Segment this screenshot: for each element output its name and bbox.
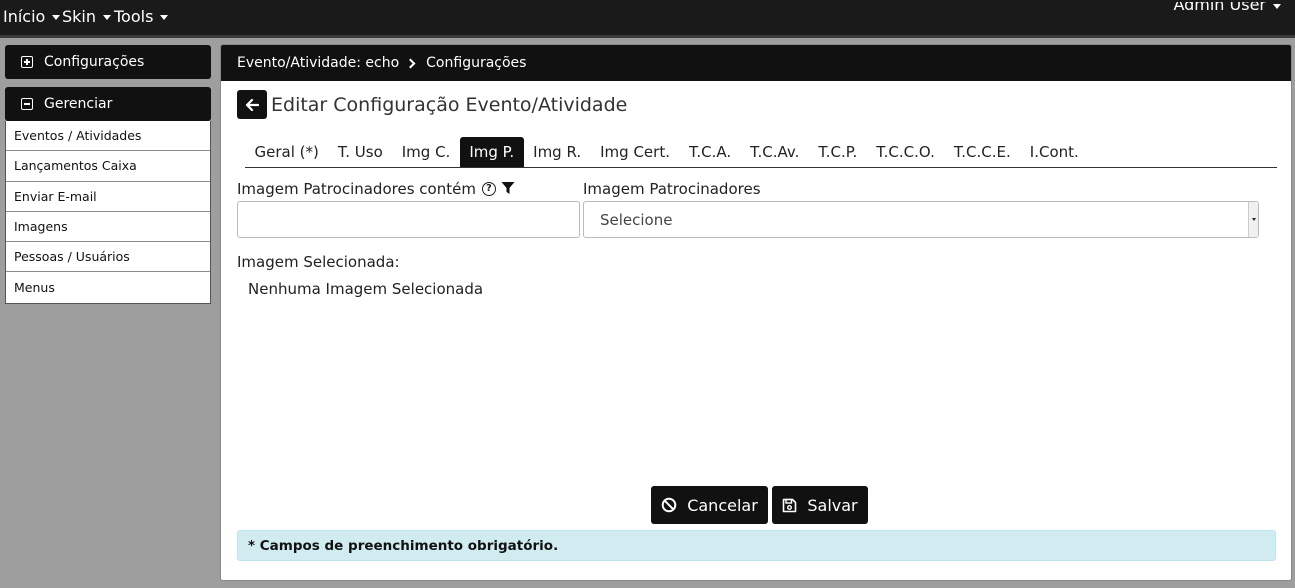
help-icon[interactable]: ? xyxy=(481,181,496,196)
tab-img-c[interactable]: Img C. xyxy=(392,137,460,167)
chevron-right-icon xyxy=(405,58,416,68)
tab-tcav[interactable]: T.C.Av. xyxy=(741,137,809,167)
breadcrumb-item-configuracoes: Configurações xyxy=(426,55,527,71)
sidebar-item-eventos[interactable]: Eventos / Atividades xyxy=(6,121,210,152)
sidebar-item-label: Lançamentos Caixa xyxy=(14,158,137,174)
filter-input[interactable] xyxy=(237,201,580,238)
sidebar-item-enviar-email[interactable]: Enviar E-mail xyxy=(6,182,210,212)
selected-image-label: Imagem Selecionada: xyxy=(237,253,400,271)
sidebar-section-configuracoes[interactable]: Configurações xyxy=(5,45,211,79)
arrow-left-icon xyxy=(245,98,259,111)
menu-inicio-label: Início xyxy=(3,7,46,26)
caret-down-icon xyxy=(103,14,112,20)
sidebar-item-label: Imagens xyxy=(14,219,68,235)
tab-geral[interactable]: Geral (*) xyxy=(245,137,328,167)
filter-field-label: Imagem Patrocinadores contém xyxy=(237,180,476,198)
tab-bar: Geral (*) T. Uso Img C. Img P. Img R. Im… xyxy=(245,137,1277,168)
navbar-divider xyxy=(0,35,1295,38)
tab-img-p[interactable]: Img P. xyxy=(459,137,524,167)
tab-tcco[interactable]: T.C.C.O. xyxy=(867,137,945,167)
select-field-label: Imagem Patrocinadores xyxy=(583,180,761,198)
menu-skin-label: Skin xyxy=(62,7,97,26)
imagem-patrocinadores-select[interactable]: Selecione xyxy=(583,201,1259,238)
breadcrumb-item-evento[interactable]: Evento/Atividade: echo xyxy=(237,55,399,71)
menu-tools-label: Tools xyxy=(114,7,154,26)
page-header: Editar Configuração Evento/Atividade xyxy=(237,90,627,119)
sidebar-item-pessoas[interactable]: Pessoas / Usuários xyxy=(6,242,210,273)
tab-img-cert[interactable]: Img Cert. xyxy=(591,137,680,167)
top-navbar: Início Skin Tools Admin User xyxy=(0,0,1295,38)
user-menu-label: Admin User xyxy=(1173,2,1266,14)
tab-tca[interactable]: T.C.A. xyxy=(679,137,740,167)
sidebar-item-imagens[interactable]: Imagens xyxy=(6,212,210,243)
sidebar-item-label: Enviar E-mail xyxy=(14,188,97,204)
page-title: Editar Configuração Evento/Atividade xyxy=(271,93,628,116)
sidebar-item-menus[interactable]: Menus xyxy=(6,272,210,302)
sidebar-item-label: Menus xyxy=(14,280,55,296)
caret-down-icon xyxy=(1273,4,1281,9)
breadcrumb: Evento/Atividade: echo Configurações xyxy=(221,45,1291,81)
select-arrow-icon xyxy=(1248,202,1258,237)
tab-img-r[interactable]: Img R. xyxy=(524,137,591,167)
sidebar-section-label: Configurações xyxy=(44,54,145,70)
sidebar-section-label: Gerenciar xyxy=(44,96,113,112)
sidebar-menu-list: Eventos / Atividades Lançamentos Caixa E… xyxy=(5,121,211,304)
menu-skin[interactable]: Skin xyxy=(62,7,112,26)
ban-icon xyxy=(661,497,677,513)
tab-icont[interactable]: I.Cont. xyxy=(1020,137,1088,167)
tab-termo-uso[interactable]: T. Uso xyxy=(328,137,392,167)
minus-square-icon xyxy=(21,98,33,110)
menu-tools[interactable]: Tools xyxy=(114,7,169,26)
filter-field-label-row: Imagem Patrocinadores contém? xyxy=(237,180,515,198)
back-button[interactable] xyxy=(237,90,267,119)
required-fields-note: * Campos de preenchimento obrigatório. xyxy=(237,530,1276,561)
sidebar-item-lancamentos[interactable]: Lançamentos Caixa xyxy=(6,151,210,182)
selected-image-value: Nenhuma Imagem Selecionada xyxy=(248,280,484,298)
main-panel: Evento/Atividade: echo Configurações Edi… xyxy=(220,44,1292,581)
sidebar-item-label: Eventos / Atividades xyxy=(14,128,142,144)
plus-square-icon xyxy=(21,56,33,68)
filter-icon[interactable] xyxy=(501,181,515,195)
menu-inicio[interactable]: Início xyxy=(3,7,61,26)
caret-down-icon xyxy=(52,14,61,20)
tab-tcce[interactable]: T.C.C.E. xyxy=(944,137,1020,167)
cancel-button-label: Cancelar xyxy=(687,495,758,515)
sidebar-section-gerenciar[interactable]: Gerenciar xyxy=(5,87,211,121)
user-menu[interactable]: Admin User xyxy=(1173,2,1281,16)
sidebar-item-label: Pessoas / Usuários xyxy=(14,249,130,265)
save-button-label: Salvar xyxy=(807,495,858,515)
select-value: Selecione xyxy=(600,210,673,229)
caret-down-icon xyxy=(160,14,169,20)
save-button[interactable]: Salvar xyxy=(772,486,868,524)
cancel-button[interactable]: Cancelar xyxy=(651,486,768,524)
tab-tcp[interactable]: T.C.P. xyxy=(809,137,867,167)
floppy-disk-icon xyxy=(783,498,797,512)
